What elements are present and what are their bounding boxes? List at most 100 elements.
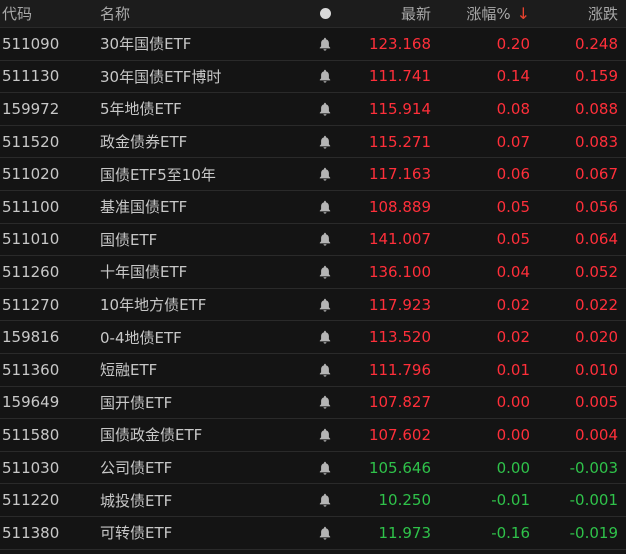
bell-icon[interactable] xyxy=(312,289,338,321)
change-amount: -0.001 xyxy=(569,491,618,510)
column-header-code[interactable]: 代码 xyxy=(2,0,92,27)
last-price: 107.827 xyxy=(368,393,431,412)
change-percent: 0.04 xyxy=(496,262,530,281)
security-code: 511020 xyxy=(2,165,60,184)
security-name: 10年地方债ETF xyxy=(100,296,207,315)
change-percent: 0.00 xyxy=(496,425,530,444)
security-code: 511130 xyxy=(2,67,60,86)
table-row[interactable]: 511580 国债政金债ETF 107.602 0.00 0.004 xyxy=(0,419,626,452)
bell-icon[interactable] xyxy=(312,191,338,223)
change-percent: -0.16 xyxy=(491,523,530,542)
bell-icon[interactable] xyxy=(312,517,338,549)
bell-icon[interactable] xyxy=(312,158,338,190)
change-percent: 0.00 xyxy=(496,458,530,477)
table-row[interactable]: 511520 政金债券ETF 115.271 0.07 0.083 xyxy=(0,126,626,159)
change-percent: 0.02 xyxy=(496,295,530,314)
change-percent: 0.06 xyxy=(496,165,530,184)
change-amount: 0.020 xyxy=(575,328,618,347)
table-row[interactable]: 511130 30年国债ETF博时 111.741 0.14 0.159 xyxy=(0,61,626,94)
change-amount: 0.010 xyxy=(575,360,618,379)
change-percent: 0.01 xyxy=(496,360,530,379)
security-name: 十年国债ETF xyxy=(100,263,188,282)
table-row[interactable]: 159972 5年地债ETF 115.914 0.08 0.088 xyxy=(0,93,626,126)
bell-icon[interactable] xyxy=(312,419,338,451)
change-percent: 0.05 xyxy=(496,197,530,216)
table-body: 511090 30年国债ETF 123.168 0.20 0.248 511130 30年国… xyxy=(0,28,626,550)
change-percent: 0.07 xyxy=(496,132,530,151)
security-code: 511100 xyxy=(2,197,60,216)
change-amount: 0.067 xyxy=(575,165,618,184)
change-percent: 0.20 xyxy=(496,34,530,53)
last-price: 105.646 xyxy=(368,458,431,477)
security-code: 511520 xyxy=(2,132,60,151)
bell-icon[interactable] xyxy=(312,93,338,125)
table-header: 代码 名称 最新 涨幅% ↓ 涨跌 xyxy=(0,0,626,28)
last-price: 111.741 xyxy=(368,67,431,86)
security-code: 159649 xyxy=(2,393,60,412)
change-percent: -0.01 xyxy=(491,491,530,510)
change-percent: 0.14 xyxy=(496,67,530,86)
table-row[interactable]: 511260 十年国债ETF 136.100 0.04 0.052 xyxy=(0,256,626,289)
bell-icon[interactable] xyxy=(312,354,338,386)
last-price: 123.168 xyxy=(368,34,431,53)
column-header-alert[interactable] xyxy=(312,0,338,27)
bell-icon[interactable] xyxy=(312,28,338,60)
last-price: 107.602 xyxy=(368,425,431,444)
table-row[interactable]: 511030 公司债ETF 105.646 0.00 -0.003 xyxy=(0,452,626,485)
security-name: 国债ETF xyxy=(100,230,158,249)
bell-icon[interactable] xyxy=(312,61,338,93)
change-amount: -0.019 xyxy=(569,523,618,542)
change-amount: 0.088 xyxy=(575,99,618,118)
table-row[interactable]: 511020 国债ETF5至10年 117.163 0.06 0.067 xyxy=(0,158,626,191)
last-price: 115.271 xyxy=(368,132,431,151)
bell-icon[interactable] xyxy=(312,224,338,256)
column-header-last[interactable]: 最新 xyxy=(340,0,431,27)
security-code: 511010 xyxy=(2,230,60,249)
table-row[interactable]: 511380 可转债ETF 11.973 -0.16 -0.019 xyxy=(0,517,626,550)
change-amount: 0.052 xyxy=(575,262,618,281)
column-header-pct[interactable]: 涨幅% ↓ xyxy=(432,0,530,27)
table-row[interactable]: 511220 城投债ETF 10.250 -0.01 -0.001 xyxy=(0,484,626,517)
bell-icon[interactable] xyxy=(312,452,338,484)
last-price: 11.973 xyxy=(378,523,432,542)
table-row[interactable]: 511100 基准国债ETF 108.889 0.05 0.056 xyxy=(0,191,626,224)
last-price: 115.914 xyxy=(368,99,431,118)
table-row[interactable]: 159816 0-4地债ETF 113.520 0.02 0.020 xyxy=(0,321,626,354)
security-name: 30年国债ETF博时 xyxy=(100,67,222,86)
bell-icon[interactable] xyxy=(312,321,338,353)
change-header-label: 涨跌 xyxy=(587,5,618,23)
last-price: 111.796 xyxy=(368,360,431,379)
table-row[interactable]: 511090 30年国债ETF 123.168 0.20 0.248 xyxy=(0,28,626,61)
change-percent: 0.05 xyxy=(496,230,530,249)
column-header-name[interactable]: 名称 xyxy=(100,0,310,27)
table-row[interactable]: 159649 国开债ETF 107.827 0.00 0.005 xyxy=(0,387,626,420)
table-row[interactable]: 511360 短融ETF 111.796 0.01 0.010 xyxy=(0,354,626,387)
security-name: 城投债ETF xyxy=(100,491,173,510)
last-price: 108.889 xyxy=(368,197,431,216)
change-percent: 0.00 xyxy=(496,393,530,412)
security-name: 政金债券ETF xyxy=(100,133,188,152)
last-price: 117.923 xyxy=(368,295,431,314)
last-price: 136.100 xyxy=(368,262,431,281)
last-header-label: 最新 xyxy=(400,5,431,23)
security-code: 511260 xyxy=(2,262,60,281)
last-price: 117.163 xyxy=(368,165,431,184)
bell-icon[interactable] xyxy=(312,484,338,516)
security-name: 短融ETF xyxy=(100,361,158,380)
change-amount: 0.064 xyxy=(575,230,618,249)
change-amount: 0.056 xyxy=(575,197,618,216)
security-name: 国开债ETF xyxy=(100,393,173,412)
bell-icon[interactable] xyxy=(312,126,338,158)
change-percent: 0.08 xyxy=(496,99,530,118)
bell-icon[interactable] xyxy=(312,387,338,419)
table-row[interactable]: 511010 国债ETF 141.007 0.05 0.064 xyxy=(0,224,626,257)
security-code: 511030 xyxy=(2,458,60,477)
column-header-change[interactable]: 涨跌 xyxy=(534,0,618,27)
arrow-down-icon: ↓ xyxy=(516,4,530,23)
change-percent: 0.02 xyxy=(496,328,530,347)
table-row[interactable]: 511270 10年地方债ETF 117.923 0.02 0.022 xyxy=(0,289,626,322)
dot-icon xyxy=(319,8,331,19)
security-name: 国债ETF5至10年 xyxy=(100,165,216,184)
bell-icon[interactable] xyxy=(312,256,338,288)
security-name: 国债政金债ETF xyxy=(100,426,203,445)
